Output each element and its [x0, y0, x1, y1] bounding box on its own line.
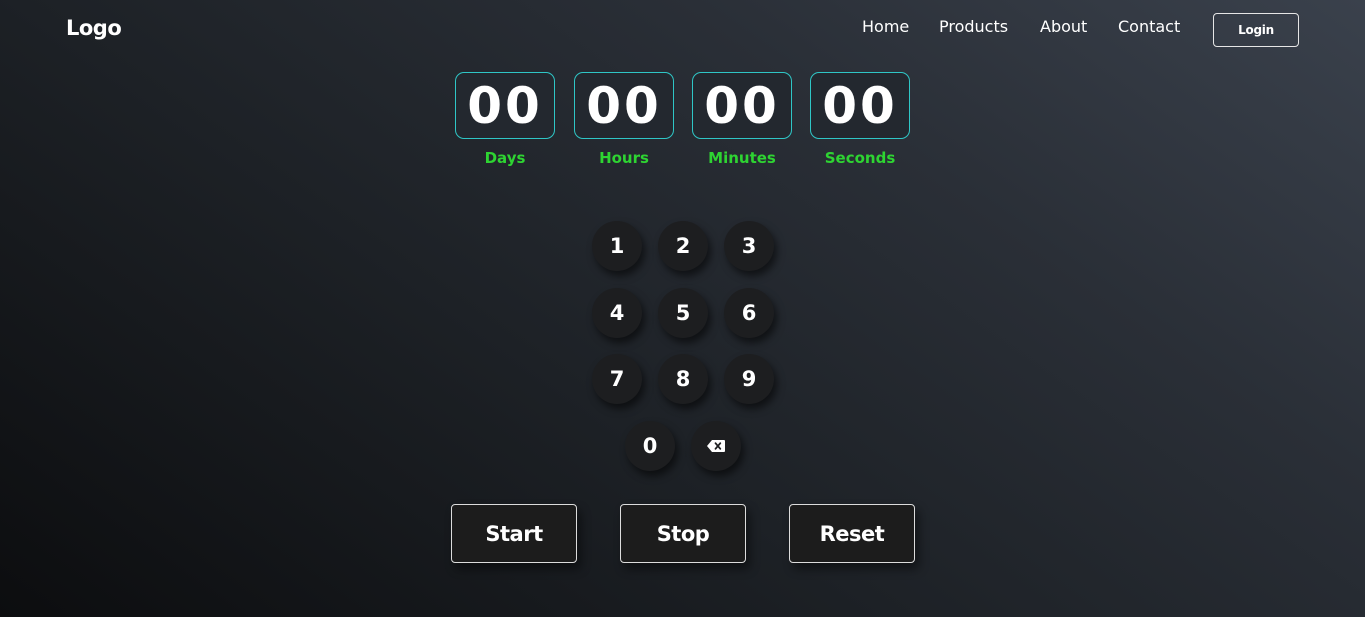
start-button[interactable]: Start	[451, 504, 577, 563]
keypad-key-4[interactable]: 4	[592, 288, 642, 338]
keypad-key-9[interactable]: 9	[724, 354, 774, 404]
reset-button[interactable]: Reset	[789, 504, 915, 563]
timer-days-value: 00	[455, 72, 555, 139]
nav-link-products[interactable]: Products	[939, 17, 1008, 36]
login-button[interactable]: Login	[1213, 13, 1299, 47]
keypad-key-8[interactable]: 8	[658, 354, 708, 404]
keypad-key-0[interactable]: 0	[625, 421, 675, 471]
timer-minutes-value: 00	[692, 72, 792, 139]
backspace-icon	[707, 440, 725, 452]
timer-minutes-label: Minutes	[708, 149, 776, 167]
keypad-key-1[interactable]: 1	[592, 221, 642, 271]
keypad-key-2[interactable]: 2	[658, 221, 708, 271]
timer-days-label: Days	[484, 149, 526, 167]
nav-link-about[interactable]: About	[1040, 17, 1087, 36]
keypad-key-7[interactable]: 7	[592, 354, 642, 404]
keypad-key-3[interactable]: 3	[724, 221, 774, 271]
logo[interactable]: Logo	[66, 16, 122, 40]
nav-link-home[interactable]: Home	[862, 17, 909, 36]
timer-seconds-label: Seconds	[824, 149, 896, 167]
stop-button[interactable]: Stop	[620, 504, 746, 563]
keypad-backspace-button[interactable]	[691, 421, 741, 471]
timer-hours-label: Hours	[599, 149, 649, 167]
timer-hours-value: 00	[574, 72, 674, 139]
keypad-key-6[interactable]: 6	[724, 288, 774, 338]
timer-seconds-value: 00	[810, 72, 910, 139]
keypad-key-5[interactable]: 5	[658, 288, 708, 338]
nav-link-contact[interactable]: Contact	[1118, 17, 1180, 36]
